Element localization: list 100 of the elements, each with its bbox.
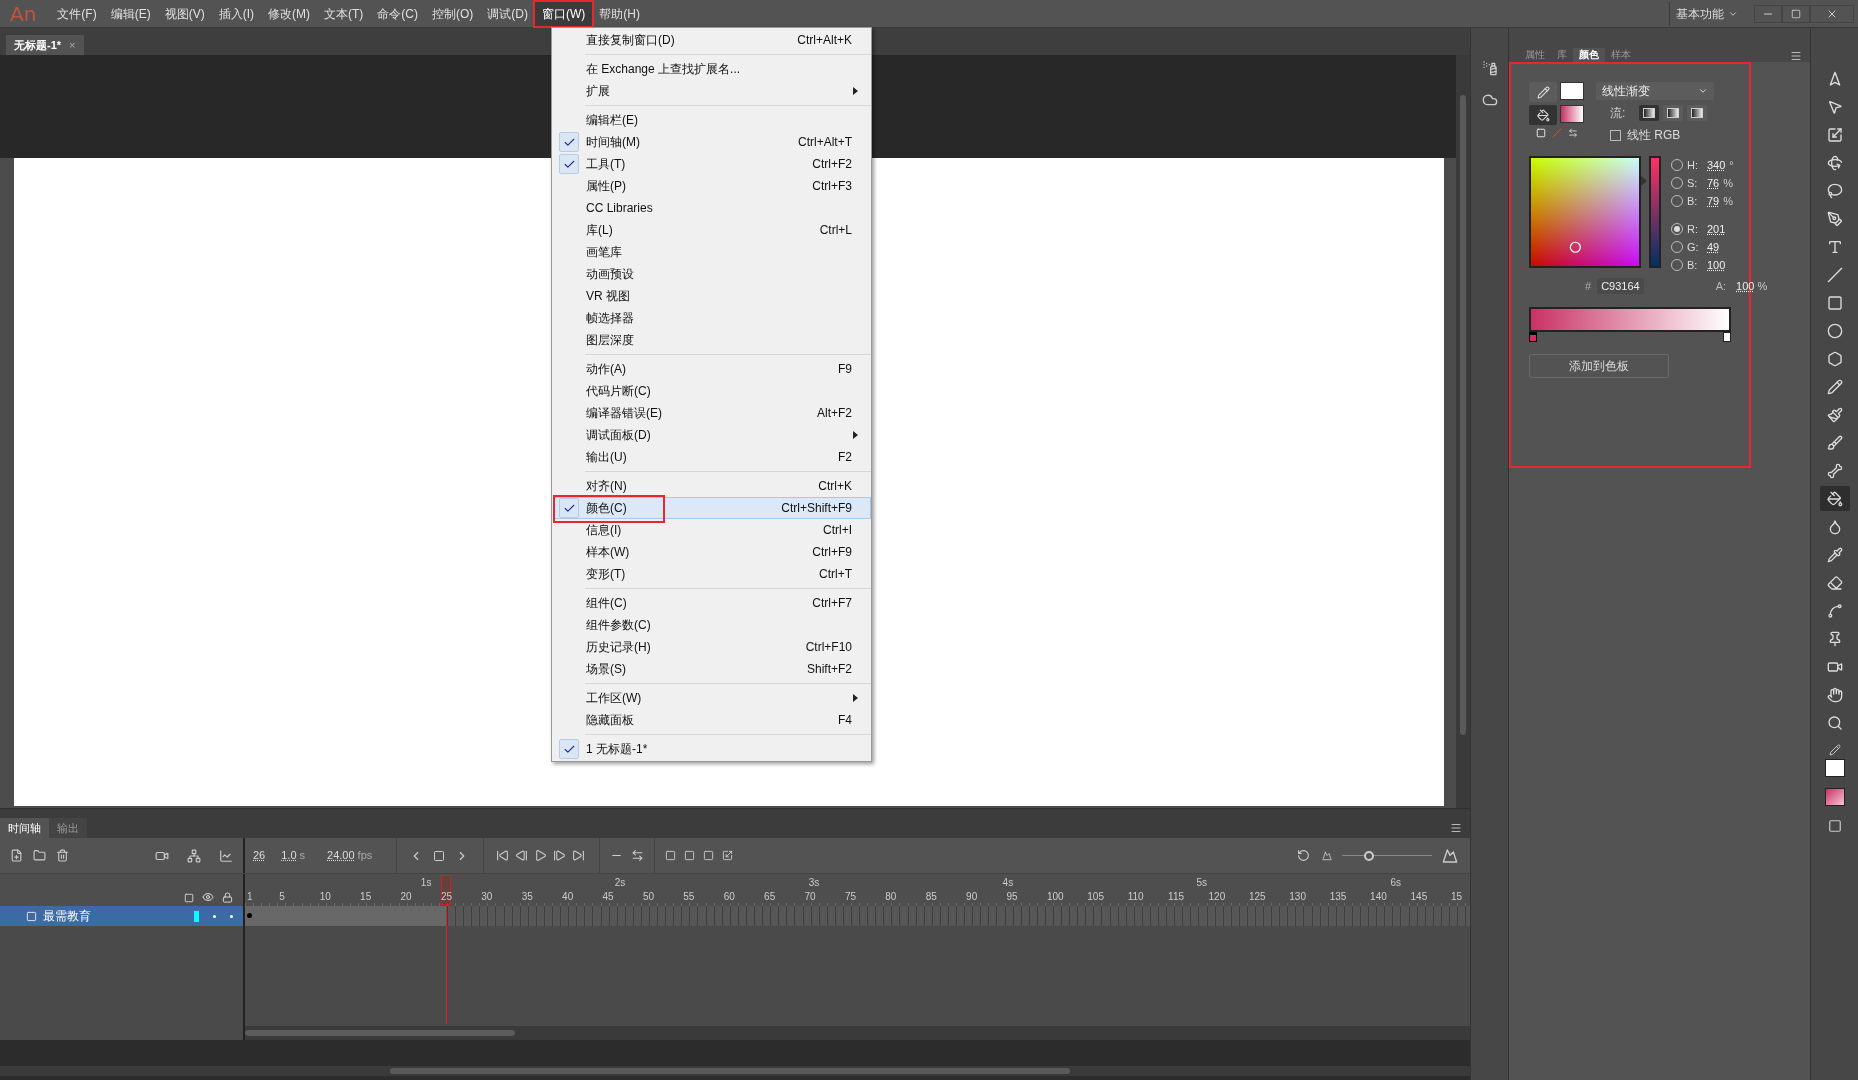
channel-value[interactable]: 49 <box>1707 238 1720 256</box>
no-color-icon[interactable] <box>1551 128 1562 138</box>
fill-tool-icon[interactable] <box>1529 105 1557 125</box>
fill-type-dropdown[interactable]: 线性渐变 <box>1596 82 1714 100</box>
menu-item[interactable]: 视图(V) <box>157 1 212 26</box>
menu-item[interactable]: 画笔库 <box>553 241 871 263</box>
step-back-icon[interactable] <box>515 849 529 862</box>
minimize-button[interactable] <box>1754 4 1782 23</box>
menu-item[interactable]: 属性(P) Ctrl+F3 <box>553 175 871 197</box>
edit-frames-icon[interactable] <box>703 850 715 861</box>
menu-item[interactable]: 工作区(W) <box>553 687 871 709</box>
menu-item[interactable]: 帮助(H) <box>592 1 647 26</box>
frame-rate[interactable]: 24.00 <box>327 847 355 864</box>
menu-item[interactable]: 样本(W) Ctrl+F9 <box>553 541 871 563</box>
cloud-icon[interactable] <box>1481 92 1498 108</box>
horizontal-scrollbar[interactable] <box>0 1066 1470 1076</box>
default-colors-icon[interactable] <box>1535 128 1546 138</box>
add-to-swatches-button[interactable]: 添加到色板 <box>1529 353 1669 378</box>
menu-item[interactable]: 窗口(W) <box>535 1 593 26</box>
menu-item[interactable]: 在 Exchange 上查找扩展名... <box>553 58 871 80</box>
menu-item[interactable]: 组件参数(C) <box>553 614 871 636</box>
menu-item[interactable]: 编译器错误(E) Alt+F2 <box>553 402 871 424</box>
menu-item[interactable]: 修改(M) <box>261 1 317 26</box>
last-frame-icon[interactable] <box>572 849 586 862</box>
fill-color-swatch[interactable] <box>1824 788 1845 806</box>
stroke-swatch[interactable] <box>1560 82 1584 100</box>
zoom-out-icon[interactable] <box>1322 850 1332 861</box>
menu-item[interactable]: VR 视图 <box>553 285 871 307</box>
swap-colors-icon[interactable] <box>1567 128 1578 138</box>
menu-item[interactable]: 图层深度 <box>553 329 871 351</box>
stroke-tool-icon[interactable] <box>1529 82 1557 102</box>
hex-field[interactable]: C93164 <box>1597 278 1644 295</box>
elapsed-time[interactable]: 1.0 <box>281 847 297 864</box>
menu-item[interactable]: 控制(O) <box>425 1 481 26</box>
timeline-tab[interactable]: 输出 <box>49 818 87 838</box>
onion-outline-icon[interactable] <box>684 850 696 861</box>
menu-item[interactable]: 调试面板(D) <box>553 424 871 446</box>
panel-menu-icon[interactable] <box>1450 822 1462 834</box>
fill-swatch[interactable] <box>1560 105 1584 123</box>
flow-mode-button[interactable] <box>1663 105 1684 121</box>
menu-item[interactable]: 变形(T) Ctrl+T <box>553 563 871 585</box>
marker-icon[interactable] <box>722 850 734 861</box>
gradient-stop[interactable] <box>1723 331 1731 342</box>
lock-icon[interactable] <box>222 892 233 903</box>
menu-item[interactable]: 帧选择器 <box>553 307 871 329</box>
delete-icon[interactable] <box>56 849 69 862</box>
hierarchy-icon[interactable] <box>187 848 201 863</box>
menu-item[interactable]: 文件(F) <box>50 1 104 26</box>
flow-mode-button[interactable] <box>1687 105 1708 121</box>
menu-item[interactable]: 工具(T) Ctrl+F2 <box>553 153 871 175</box>
visibility-icon[interactable] <box>202 891 214 903</box>
bucket-tool-icon[interactable] <box>1819 486 1850 511</box>
menu-item[interactable]: 命令(C) <box>370 1 425 26</box>
channel-value[interactable]: 340 <box>1707 156 1726 174</box>
frame-track[interactable] <box>245 906 1470 926</box>
menu-item[interactable]: 输出(U) F2 <box>553 446 871 468</box>
menu-item[interactable]: 对齐(N) Ctrl+K <box>553 475 871 497</box>
menu-item[interactable]: 直接复制窗口(D) Ctrl+Alt+K <box>553 29 871 51</box>
layer-row[interactable]: 最需教育 <box>0 906 243 926</box>
folder-icon[interactable] <box>33 849 46 862</box>
zoom-in-icon[interactable] <box>1442 847 1458 864</box>
current-frame[interactable]: 26 <box>253 847 266 864</box>
menu-item[interactable]: 信息(I) Ctrl+I <box>553 519 871 541</box>
menu-item[interactable]: 代码片断(C) <box>553 380 871 402</box>
graph-icon[interactable] <box>219 848 233 863</box>
flow-mode-button[interactable] <box>1639 105 1660 121</box>
menu-item[interactable]: 插入(I) <box>211 1 261 26</box>
menu-item[interactable]: 历史记录(H) Ctrl+F10 <box>553 636 871 658</box>
menu-item[interactable]: 文本(T) <box>317 1 371 26</box>
menu-item[interactable]: 调试(D) <box>480 1 535 26</box>
menu-item[interactable]: 隐藏面板 F4 <box>553 709 871 731</box>
color-picker-field[interactable] <box>1529 156 1641 268</box>
linear-rgb-checkbox[interactable] <box>1610 129 1621 141</box>
channel-value[interactable]: 79 <box>1707 192 1720 210</box>
menu-item[interactable]: 1 无标题-1* <box>553 738 871 760</box>
zoom-slider[interactable] <box>1342 850 1432 861</box>
workspace-dropdown[interactable]: 基本功能 <box>1676 4 1738 23</box>
channel-value[interactable]: 201 <box>1707 220 1726 238</box>
menu-item[interactable]: 动作(A) F9 <box>553 358 871 380</box>
play-icon[interactable] <box>534 849 548 862</box>
menu-item[interactable]: 编辑栏(E) <box>553 109 871 131</box>
new-layer-icon[interactable] <box>10 849 23 862</box>
frame-icon[interactable] <box>433 849 446 862</box>
object-drawing-icon[interactable] <box>1827 819 1842 833</box>
menu-item[interactable]: 场景(S) Shift+F2 <box>553 658 871 680</box>
menu-item[interactable]: 编辑(E) <box>103 1 158 26</box>
sync-icon[interactable] <box>631 849 645 862</box>
panel-tab[interactable]: 颜色 <box>1573 48 1605 62</box>
menu-item[interactable]: 动画预设 <box>553 263 871 285</box>
menu-item[interactable]: 扩展 <box>553 80 871 102</box>
layer-color-tag[interactable] <box>194 910 199 922</box>
menu-item[interactable]: CC Libraries <box>553 197 871 219</box>
gradient-bar[interactable] <box>1529 306 1731 332</box>
reset-icon[interactable] <box>1297 849 1310 862</box>
onion-skin-icon[interactable] <box>665 850 677 861</box>
timeline-scrollbar[interactable] <box>245 1026 1470 1040</box>
spray-icon[interactable] <box>1481 60 1498 76</box>
menu-item[interactable]: 时间轴(M) Ctrl+Alt+T <box>553 131 871 153</box>
channel-value[interactable]: 100 <box>1707 256 1726 274</box>
first-frame-icon[interactable] <box>496 849 510 862</box>
